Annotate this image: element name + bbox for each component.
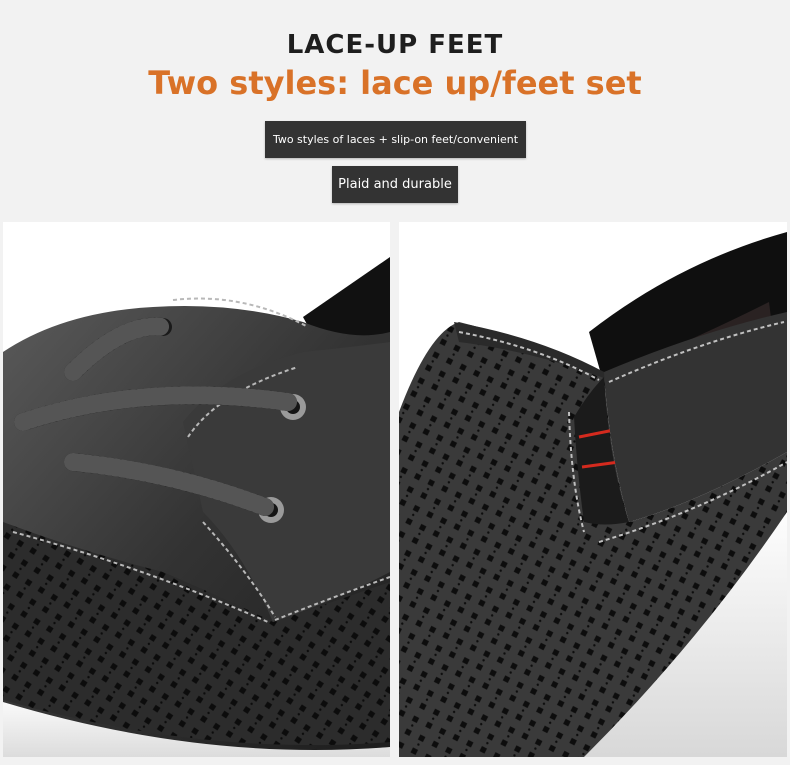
feature-tag-durable: Plaid and durable — [332, 166, 458, 203]
feature-tag-styles: Two styles of laces + slip-on feet/conve… — [265, 121, 526, 158]
lace-up-shoe-photo — [3, 222, 390, 757]
slip-on-shoe-photo — [399, 222, 787, 757]
page-title: LACE-UP FEET — [286, 30, 504, 60]
page-subtitle: Two styles: lace up/feet set — [148, 64, 642, 102]
